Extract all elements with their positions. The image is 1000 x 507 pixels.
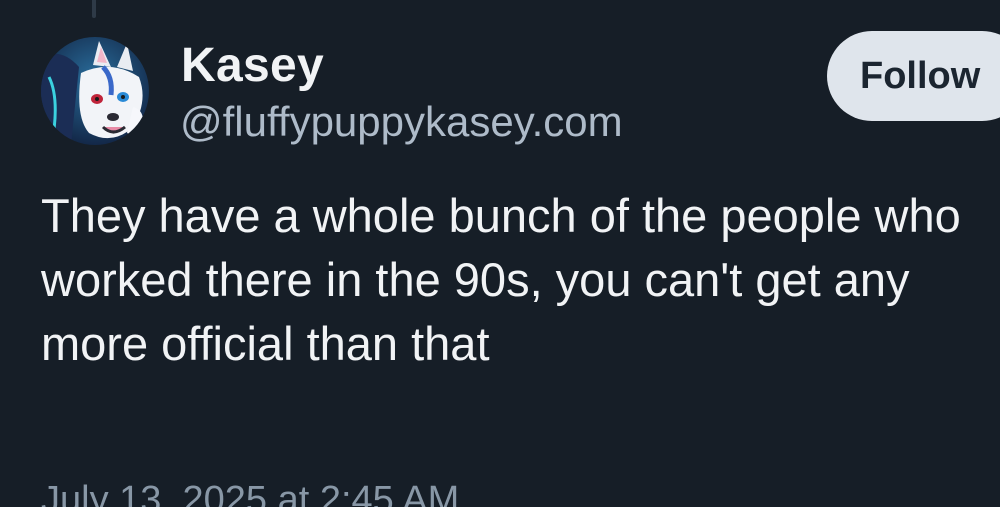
post-timestamp[interactable]: July 13, 2025 at 2:45 AM — [41, 476, 459, 507]
post-card: Kasey @fluffypuppykasey.com Follow They … — [0, 0, 1000, 507]
post-text: They have a whole bunch of the people wh… — [41, 189, 961, 370]
follow-button[interactable]: Follow — [827, 31, 1000, 121]
author-handle[interactable]: @fluffypuppykasey.com — [180, 95, 623, 149]
thread-connector-line — [92, 0, 96, 18]
author-display-name[interactable]: Kasey — [181, 38, 324, 94]
avatar[interactable] — [41, 37, 149, 145]
furry-character-avatar-icon — [41, 37, 149, 145]
